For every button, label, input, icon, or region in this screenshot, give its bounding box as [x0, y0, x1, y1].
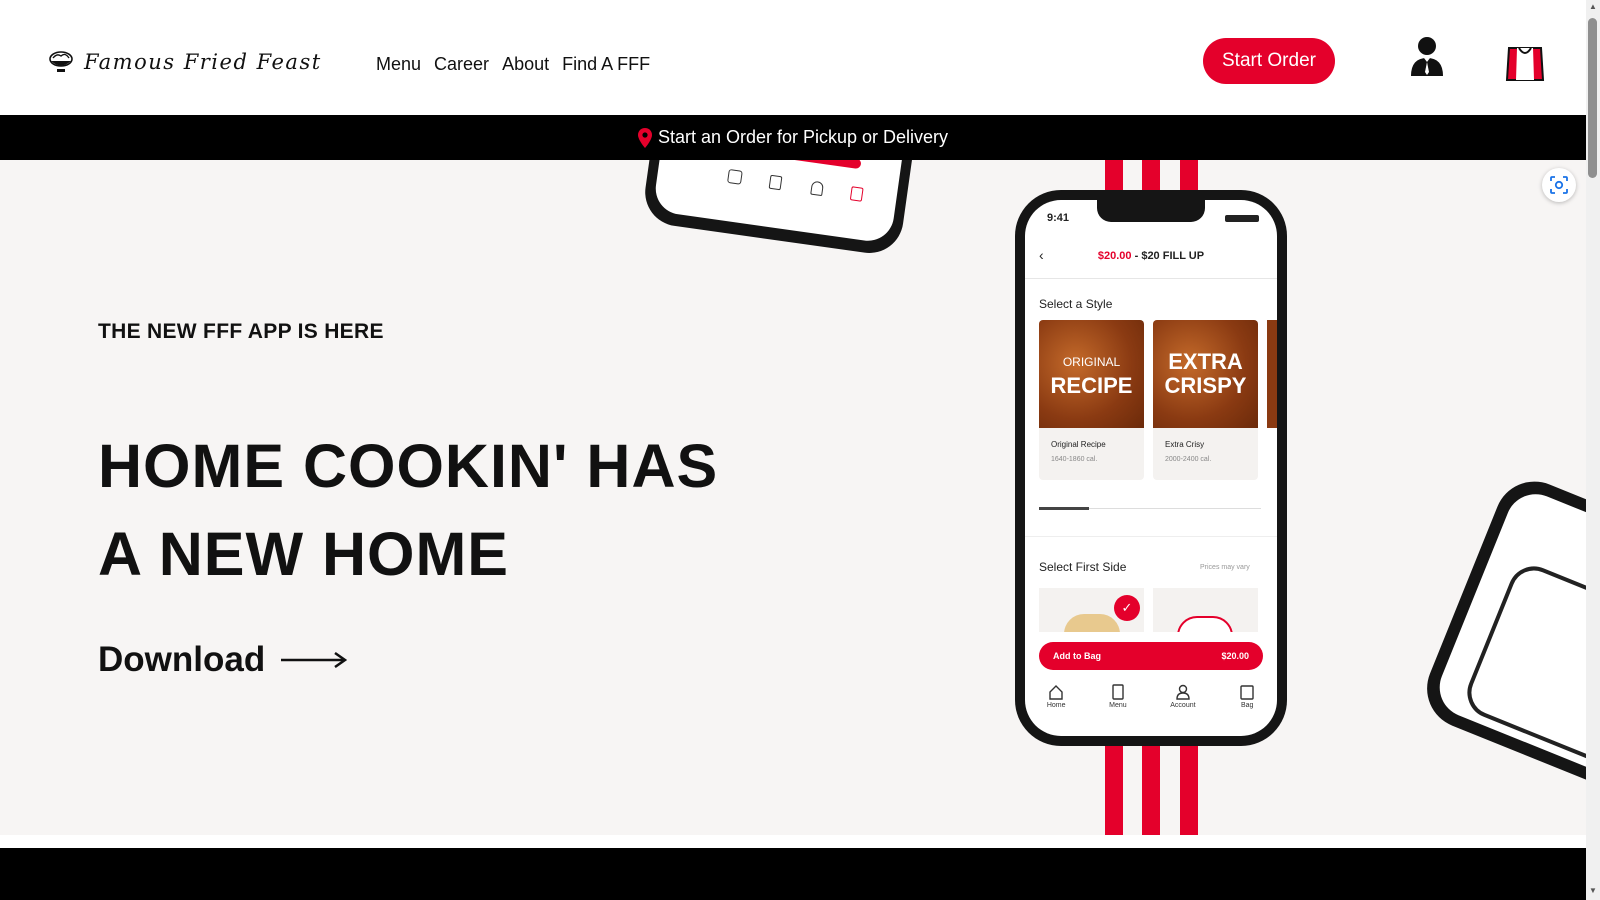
tab-account-label: Account — [1170, 702, 1196, 709]
phone-select-style: Select a Style — [1039, 297, 1113, 311]
arrow-right-icon — [281, 652, 348, 668]
add-to-bag-label: Add to Bag — [1053, 651, 1101, 661]
hero-headline-line2: A NEW HOME — [98, 520, 509, 588]
phone-screen: 9:41 ‹ $20.00 - $20 FILL UP Select a Sty… — [1025, 200, 1277, 736]
original-card-top: ORIGINAL — [1062, 355, 1121, 369]
order-bar-label: Start an Order for Pickup or Delivery — [657, 127, 949, 147]
tab-bag-label: Bag — [1240, 702, 1254, 709]
phone-prices-note: Prices may vary — [1200, 564, 1250, 571]
tab-bag[interactable]: Bag — [1239, 684, 1255, 724]
nav-item-menu[interactable]: Menu — [376, 54, 421, 75]
lens-button[interactable] — [1542, 168, 1576, 202]
crispy-card-top: EXTRA — [1168, 349, 1243, 374]
add-to-bag-button[interactable]: Add to Bag $20.00 — [1039, 642, 1263, 670]
account-tab-icon — [1176, 684, 1190, 700]
phone-mockup-right — [1415, 469, 1586, 801]
crispy-card-name: Extra Crisy — [1165, 440, 1205, 449]
download-label: Download — [98, 640, 266, 679]
side-card-2 — [1153, 588, 1258, 632]
download-link[interactable]: Download — [98, 640, 348, 680]
footer-band — [0, 848, 1586, 900]
stripe-bottom-1 — [1105, 745, 1123, 835]
crispy-card-cal: 2000-2400 cal. — [1165, 456, 1212, 463]
nav-item-career[interactable]: Career — [434, 54, 489, 75]
phone-tabbar: Home Menu Account Bag — [1025, 684, 1277, 724]
bag-tab-icon — [1240, 685, 1254, 700]
account-icon[interactable] — [1408, 36, 1446, 76]
page: Famous Fried Feast Menu Career About Fin… — [0, 0, 1600, 900]
location-pin-icon — [637, 127, 652, 148]
nav-item-find[interactable]: Find A FFF — [562, 54, 650, 75]
tab-home-label: Home — [1046, 702, 1066, 709]
main-nav: Menu Career About Find A FFF — [376, 54, 650, 75]
original-card-cal: 1640-1860 cal. — [1051, 456, 1098, 463]
stripe-bottom-2 — [1142, 745, 1160, 835]
tab-menu[interactable]: Menu — [1109, 684, 1127, 724]
lens-icon — [1550, 176, 1568, 194]
site-header: Famous Fried Feast Menu Career About Fin… — [0, 0, 1586, 115]
menu-icon — [1112, 684, 1124, 700]
phone-price: $20.00 — [1097, 250, 1132, 262]
hero-headline-line1: HOME COOKIN' HAS — [98, 432, 719, 500]
scroll-down-arrow[interactable]: ▼ — [1589, 886, 1597, 895]
original-card-bottom: RECIPE — [1050, 373, 1133, 398]
style-card-crispy: EXTRA CRISPY Extra Crisy 2000-2400 cal. — [1153, 320, 1258, 480]
scroll-thumb[interactable] — [1588, 18, 1597, 178]
home-icon — [1049, 685, 1063, 700]
brand-logo[interactable]: Famous Fried Feast — [48, 50, 322, 74]
order-bar[interactable]: Start an Order for Pickup or Delivery — [0, 115, 1586, 160]
scroll-up-arrow[interactable]: ▲ — [1589, 2, 1597, 11]
add-to-bag-price: $20.00 — [1221, 651, 1249, 661]
phone-mockup: 9:41 ‹ $20.00 - $20 FILL UP Select a Sty… — [1015, 190, 1287, 746]
original-card-name: Original Recipe — [1051, 440, 1106, 449]
tab-account[interactable]: Account — [1170, 684, 1196, 724]
brand-name: Famous Fried Feast — [84, 50, 322, 74]
phone-mockup-top — [640, 160, 920, 258]
hero-section: THE NEW FFF APP IS HERE HOME COOKIN' HAS… — [0, 160, 1586, 835]
start-order-button[interactable]: Start Order — [1203, 38, 1335, 84]
stripe-top-2 — [1142, 160, 1160, 192]
stripe-top-3 — [1180, 160, 1198, 192]
hero-headline: HOME COOKIN' HAS A NEW HOME — [98, 422, 718, 598]
phone-select-side: Select First Side — [1039, 560, 1127, 574]
side-check-icon: ✓ — [1114, 595, 1140, 621]
phone-time: 9:41 — [1047, 212, 1070, 224]
stripe-top-1 — [1105, 160, 1123, 192]
stripe-bottom-3 — [1180, 745, 1198, 835]
hero-eyebrow: THE NEW FFF APP IS HERE — [98, 320, 384, 343]
crispy-card-bottom: CRISPY — [1164, 373, 1247, 398]
scrollbar[interactable]: ▲ ▼ — [1586, 0, 1600, 900]
phone-title: - $20 FILL UP — [1131, 250, 1205, 262]
nav-item-about[interactable]: About — [502, 54, 549, 75]
tab-menu-label: Menu — [1109, 702, 1127, 709]
bag-icon[interactable] — [1505, 42, 1545, 82]
logo-bowl-icon — [49, 51, 73, 72]
tab-home[interactable]: Home — [1047, 684, 1066, 724]
style-card-original: ORIGINAL RECIPE Original Recipe 1640-186… — [1039, 320, 1144, 480]
